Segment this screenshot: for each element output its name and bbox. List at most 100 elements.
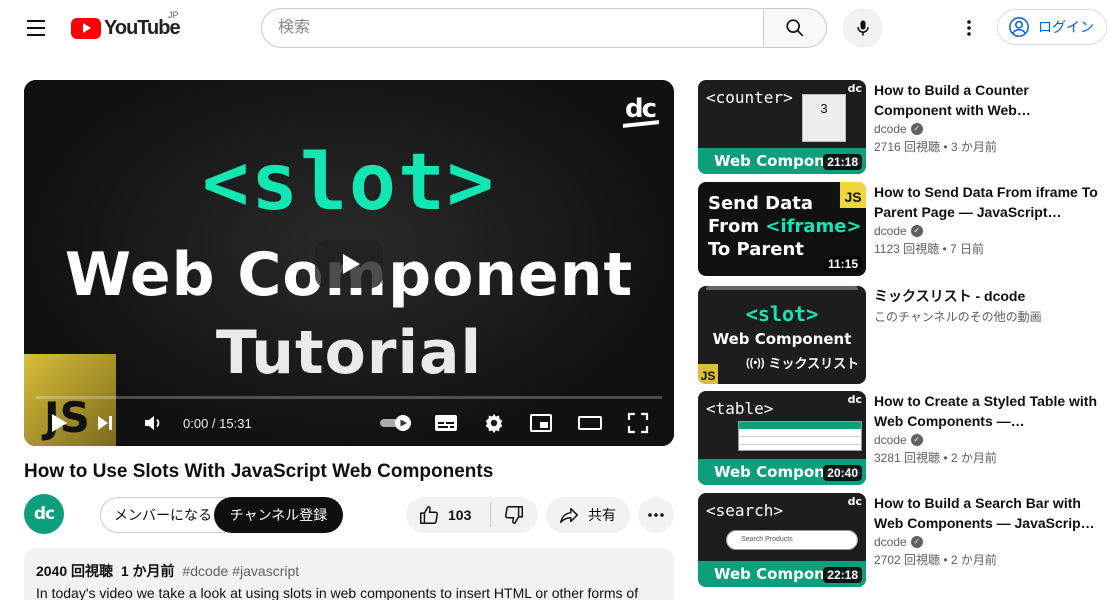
view-count: 2716 回視聴 [874, 140, 941, 154]
join-membership-button[interactable]: メンバーになる [100, 497, 226, 533]
theater-mode-button[interactable] [576, 408, 604, 438]
like-count: 103 [448, 507, 472, 523]
video-thumbnail[interactable]: Send Data From <iframe> To Parent JS 11:… [698, 182, 866, 276]
publish-age: 7 日前 [950, 242, 985, 256]
search-button[interactable] [763, 8, 827, 48]
autoplay-toggle[interactable] [376, 408, 416, 438]
video-title[interactable]: How to Build a Search Bar with Web Compo… [874, 493, 1098, 533]
large-play-button[interactable] [315, 240, 383, 288]
settings-more-button[interactable] [955, 12, 983, 44]
view-count: 1123 回視聴 [874, 242, 940, 256]
channel-name[interactable]: dcode ✓ [874, 433, 1098, 447]
description-box[interactable]: 2040 回視聴 1 か月前 #dcode #javascript In tod… [24, 548, 674, 600]
thumb-line1: Send Data [708, 193, 813, 214]
video-duration: 11:15 [823, 256, 862, 272]
share-label: 共有 [588, 507, 616, 523]
search-input[interactable] [278, 19, 764, 37]
thumb-code-text: <slot> [745, 302, 819, 326]
video-stats: 3281 回視聴 • 2 か月前 [874, 451, 997, 465]
description-meta: 2040 回視聴 1 か月前 #dcode #javascript [36, 561, 662, 581]
fullscreen-icon [627, 412, 649, 434]
thumb-counter-graphic: 3 [802, 94, 846, 142]
hashtags[interactable]: #dcode #javascript [182, 563, 299, 579]
video-title[interactable]: How to Create a Styled Table with Web Co… [874, 391, 1098, 431]
channel-name-text: dcode [874, 535, 907, 549]
more-vert-icon [967, 20, 971, 36]
thumb-table-graphic [738, 421, 862, 451]
channel-avatar[interactable]: dc [24, 494, 64, 534]
thumb-text: Send Data From <iframe> To Parent [708, 192, 862, 261]
video-stats: 2716 回視聴 • 3 か月前 [874, 140, 997, 154]
menu-icon [27, 20, 45, 22]
country-code: JP [168, 10, 179, 20]
thumb-line2: From <iframe> [708, 216, 862, 237]
publish-age: 2 か月前 [950, 553, 997, 567]
progress-bar[interactable] [36, 396, 662, 399]
video-thumbnail[interactable]: <search> dc Search Products Web Componen… [698, 493, 866, 587]
menu-button[interactable] [18, 12, 54, 44]
search-icon [786, 19, 804, 37]
recommendation-item[interactable]: <counter> dc 3 Web Components 21:18 How … [698, 80, 1098, 174]
search-box [261, 8, 764, 48]
video-thumbnail[interactable]: <counter> dc 3 Web Components 21:18 [698, 80, 866, 174]
video-title: How to Use Slots With JavaScript Web Com… [24, 461, 494, 482]
masthead: YouTube JP ログイン [0, 0, 1109, 56]
recommendation-item[interactable]: <table> dc Web Components 20:40 How to C… [698, 391, 1098, 485]
video-duration: 22:18 [823, 567, 862, 583]
channel-name[interactable]: dcode ✓ [874, 224, 1098, 238]
subtitles-button[interactable] [432, 408, 460, 438]
autoplay-toggle-icon [380, 415, 411, 431]
mix-radio-icon: ((•)) [746, 356, 765, 369]
mute-button[interactable] [140, 408, 166, 438]
video-thumbnail[interactable]: <table> dc Web Components 20:40 [698, 391, 866, 485]
recommendation-item[interactable]: <search> dc Search Products Web Componen… [698, 493, 1098, 587]
playlist-thumbnail[interactable]: <slot> Web Component JS ((•)) ミックスリスト [698, 286, 866, 384]
share-button[interactable]: 共有 [546, 497, 630, 533]
subscribe-label: チャンネル登録 [229, 507, 328, 523]
like-button[interactable]: 103 [406, 497, 490, 533]
next-button[interactable] [92, 408, 118, 438]
publish-date: 1 か月前 [120, 563, 175, 579]
channel-name[interactable]: dcode ✓ [874, 122, 1098, 136]
recommendation-item[interactable]: Send Data From <iframe> To Parent JS 11:… [698, 182, 1098, 276]
publish-age: 2 か月前 [950, 451, 997, 465]
mix-playlist-item[interactable]: <slot> Web Component JS ((•)) ミックスリスト ミッ… [698, 286, 1098, 384]
youtube-logo[interactable]: YouTube JP [71, 10, 181, 42]
view-count: 2702 回視聴 [874, 553, 941, 567]
mic-icon [857, 20, 869, 36]
description-text: In today's video we take a look at using… [36, 585, 639, 600]
verified-icon: ✓ [910, 225, 923, 237]
next-icon [98, 416, 112, 430]
more-actions-button[interactable] [638, 497, 674, 533]
video-stats: 2702 回視聴 • 2 か月前 [874, 553, 997, 567]
thumb-code-text: <search> [706, 501, 784, 520]
like-icon [420, 506, 438, 524]
playlist-stack-edge [706, 286, 858, 290]
dislike-button[interactable] [491, 497, 537, 533]
view-count: 2040 回視聴 [36, 563, 114, 579]
channel-watermark[interactable]: dc [625, 94, 659, 128]
video-title[interactable]: How to Send Data From iframe To Parent P… [874, 182, 1098, 222]
login-button[interactable]: ログイン [997, 9, 1107, 45]
video-duration: 20:40 [823, 465, 862, 481]
channel-name[interactable]: dcode ✓ [874, 535, 1098, 549]
join-label: メンバーになる [114, 507, 212, 523]
overlay-code-text: <slot> [202, 138, 496, 228]
play-button[interactable] [46, 408, 72, 438]
video-player[interactable]: dc <slot> Web Component Tutorial JS 0:00… [24, 80, 674, 446]
video-title[interactable]: How to Build a Counter Component with We… [874, 80, 1098, 120]
playlist-title[interactable]: ミックスリスト - dcode [874, 286, 1098, 306]
theater-icon [578, 416, 602, 430]
voice-search-button[interactable] [843, 8, 883, 48]
account-icon [1009, 17, 1029, 37]
mix-label: ((•)) ミックスリスト [746, 353, 859, 372]
fullscreen-button[interactable] [624, 408, 652, 438]
miniplayer-button[interactable] [527, 408, 555, 438]
miniplayer-icon [530, 414, 552, 432]
settings-icon [485, 413, 503, 434]
subtitles-icon [435, 415, 457, 431]
youtube-play-icon [71, 17, 101, 39]
subscribe-button[interactable]: チャンネル登録 [214, 497, 343, 533]
thumb-code-text: <table> [706, 399, 774, 418]
settings-button[interactable] [480, 408, 508, 438]
